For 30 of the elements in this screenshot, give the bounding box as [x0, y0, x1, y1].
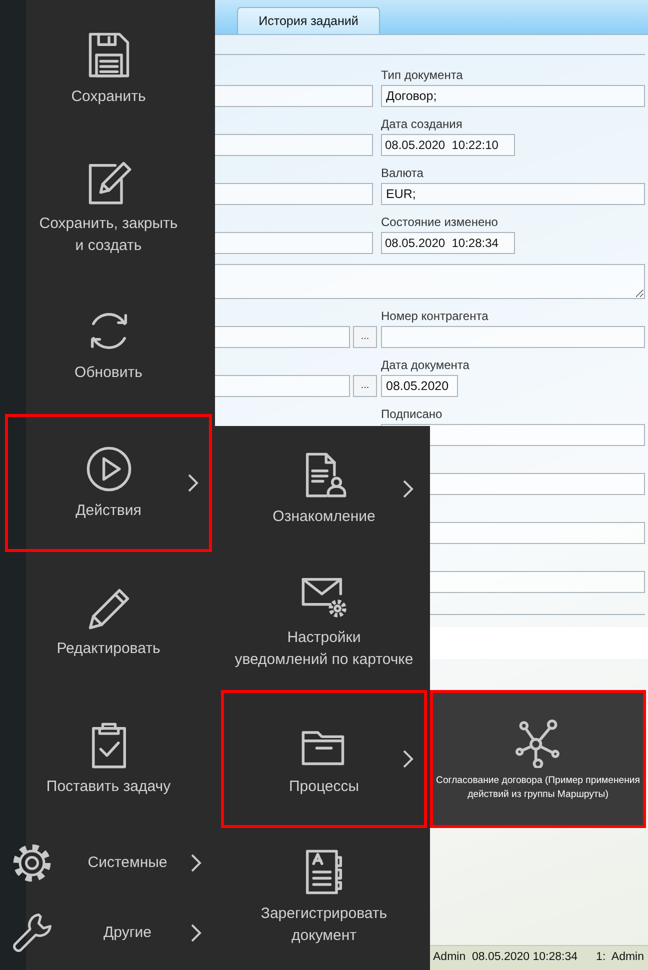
browse-button[interactable]: ...	[353, 375, 377, 397]
menu-tile[interactable]: Действия	[5, 414, 212, 552]
menu-tile[interactable]: Ознакомление	[221, 426, 427, 552]
menu-tile[interactable]: Согласование договора (Пример применения действий из группы Маршруты)	[430, 690, 646, 828]
menu-item[interactable]: Другие	[0, 898, 215, 968]
field-label: Номер контрагента	[381, 309, 490, 325]
field-label: Тип документа	[381, 68, 464, 84]
status-text: Admin 08.05.2020 10:28:34	[433, 950, 578, 966]
field-label: Подписано	[381, 407, 444, 423]
field-label: Дата создания	[381, 117, 464, 133]
menu-tile[interactable]: Зарегистрировать документ	[221, 828, 427, 966]
field-label: Дата документа	[381, 358, 470, 374]
menu-item[interactable]: Системные	[0, 828, 215, 898]
text-field[interactable]: 08.05.2020 10:28:34	[381, 232, 515, 254]
text-field[interactable]: Договор;	[381, 85, 645, 107]
browse-button[interactable]: ...	[353, 326, 377, 348]
menu-tile[interactable]: Процессы	[221, 690, 427, 828]
menu-tile[interactable]: Сохранить, закрыть и создать	[5, 138, 212, 276]
menu-tile[interactable]: Поставить задачу	[5, 690, 212, 828]
tab[interactable]: История заданий	[237, 7, 380, 34]
status-text: 1: Admin	[596, 950, 644, 966]
text-field[interactable]: 08.05.2020	[381, 375, 458, 397]
menu-tile[interactable]: Настройки уведомлений по карточке	[221, 552, 427, 690]
text-field[interactable]: 08.05.2020 10:22:10	[381, 134, 515, 156]
field-label: Валюта	[381, 166, 424, 182]
text-field[interactable]: EUR;	[381, 183, 645, 205]
menu-tile[interactable]: Обновить	[5, 276, 212, 414]
menu-tile[interactable]: Редактировать	[5, 552, 212, 690]
field-label: Состояние изменено	[381, 215, 499, 231]
menu-tile[interactable]: Сохранить	[5, 0, 212, 138]
